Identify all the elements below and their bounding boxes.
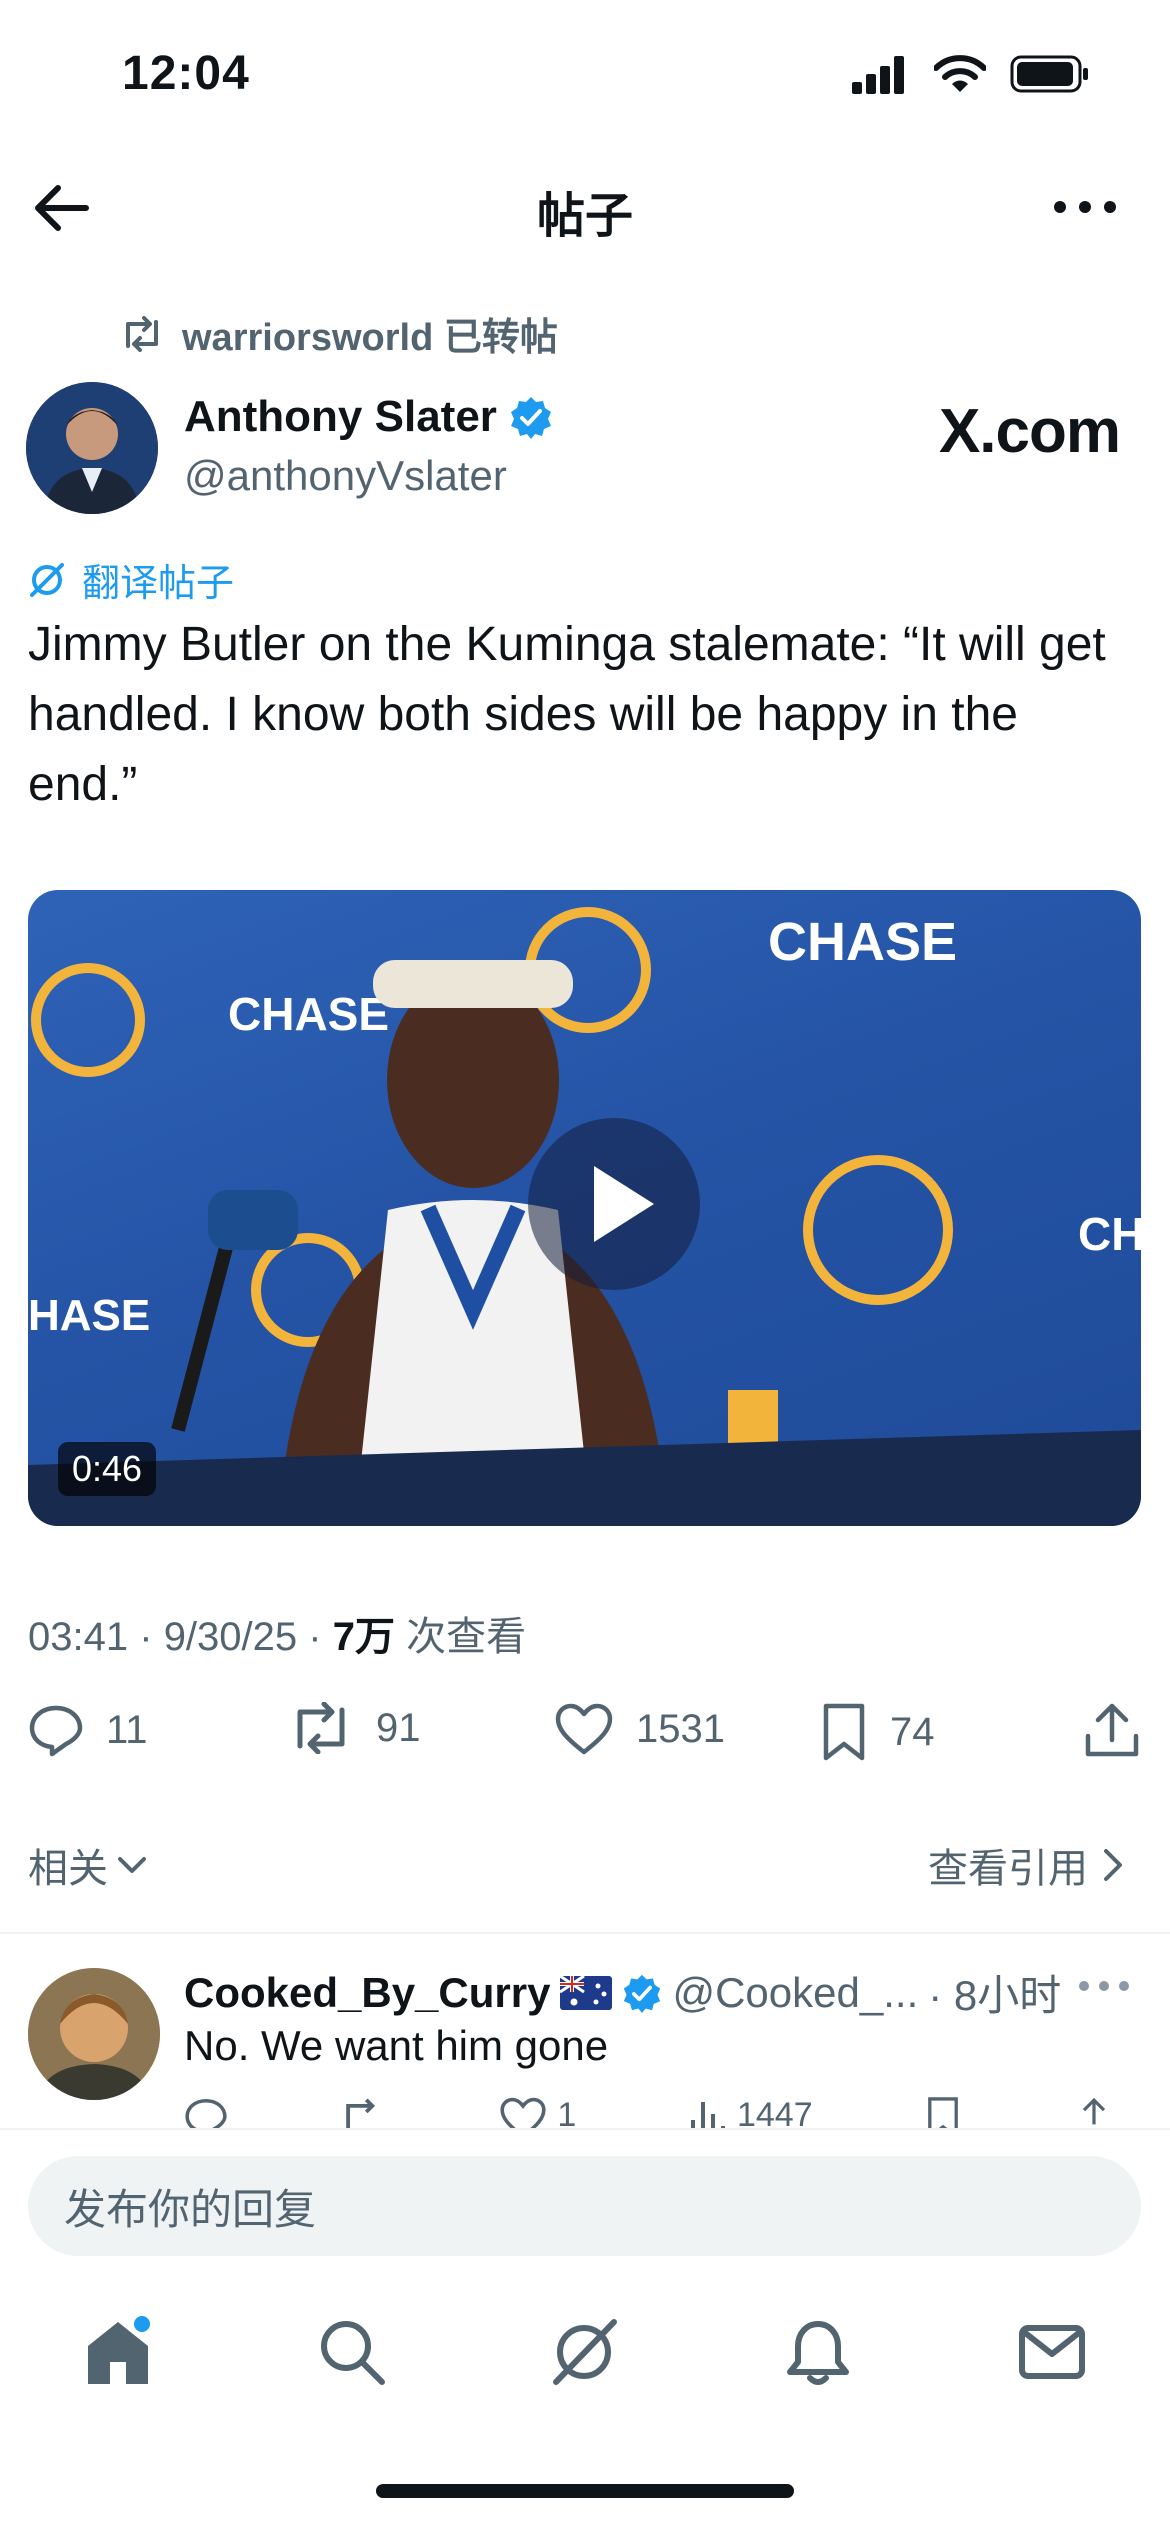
reply-views-group[interactable]: 1447 xyxy=(687,2096,813,2130)
svg-text:CHASE: CHASE xyxy=(768,912,957,972)
reply-author-handle[interactable]: @Cooked_... xyxy=(672,1969,918,2017)
translate-post-link[interactable]: 翻译帖子 xyxy=(28,552,234,607)
reply-actions: 1 1447 xyxy=(184,2096,1114,2130)
repost-text: warriorsworld 已转帖 xyxy=(182,317,558,359)
avatar-portrait-icon xyxy=(26,382,158,514)
status-icons xyxy=(852,54,1090,94)
reply-time: · 8小时 xyxy=(928,1972,1062,2019)
verified-badge-icon xyxy=(624,1974,661,2013)
home-icon[interactable] xyxy=(82,2316,154,2388)
post-date: 9/30/25 xyxy=(163,1615,298,1659)
chevron-right-icon xyxy=(1104,1849,1122,1881)
home-indicator[interactable] xyxy=(376,2484,794,2498)
reply-header[interactable]: Cooked_By_Curry @Cooked_... · 8小时 xyxy=(184,1962,1061,2023)
cellular-signal-icon xyxy=(852,56,904,94)
view-label: 次查看 xyxy=(406,1615,527,1659)
repost-icon xyxy=(297,1702,345,1754)
reply-count: 11 xyxy=(106,1707,148,1752)
translate-label: 翻译帖子 xyxy=(82,563,235,605)
reply-more-icon[interactable] xyxy=(1074,1966,1134,2006)
wifi-icon xyxy=(934,55,986,92)
grok-icon[interactable] xyxy=(548,2316,620,2388)
reply-avatar-portrait-icon xyxy=(28,1968,160,2100)
video-player[interactable]: CHASE CHASE HASE CH 0:46 xyxy=(28,890,1141,1526)
reply-heart-icon xyxy=(500,2097,546,2130)
verified-badge-icon xyxy=(510,397,551,439)
author-handle[interactable]: @anthonyVslater xyxy=(184,452,507,500)
author-avatar[interactable] xyxy=(26,382,158,514)
battery-icon xyxy=(1010,55,1088,93)
reply-like-group[interactable]: 1 xyxy=(499,2096,576,2130)
bookmark-button[interactable]: 74 xyxy=(820,1702,935,1762)
post-time: 03:41 xyxy=(28,1615,129,1659)
reply-comment-icon[interactable] xyxy=(184,2096,228,2130)
reply-repost-icon[interactable] xyxy=(339,2096,389,2130)
view-count: 7万 xyxy=(332,1615,395,1659)
share-icon[interactable] xyxy=(1084,1702,1140,1760)
page-title: 帖子 xyxy=(536,190,633,243)
reply-avatar[interactable] xyxy=(28,1968,160,2100)
repost-icon xyxy=(126,315,158,352)
reply-bookmark-icon[interactable] xyxy=(923,2096,963,2130)
repost-indicator[interactable]: warriorsworld 已转帖 xyxy=(120,306,558,361)
reply-author-name[interactable]: Cooked_By_Curry xyxy=(184,1969,550,2017)
repost-button[interactable]: 91 xyxy=(288,1702,421,1754)
view-quotes-link[interactable]: 查看引用 xyxy=(928,1836,1126,1894)
related-label: 相关 xyxy=(28,1847,108,1891)
reply-text: No. We want him gone xyxy=(184,2022,609,2069)
chevron-down-icon xyxy=(118,1857,146,1873)
meta-separator: · xyxy=(308,1615,322,1659)
repost-count: 91 xyxy=(376,1705,421,1750)
heart-icon xyxy=(555,1703,613,1755)
svg-text:CHASE: CHASE xyxy=(228,988,389,1040)
reply-button[interactable]: 11 xyxy=(28,1702,148,1758)
video-duration: 0:46 xyxy=(58,1442,157,1496)
reply-like-count: 1 xyxy=(557,2096,577,2130)
australia-flag-icon xyxy=(560,1975,613,2010)
divider xyxy=(0,1932,1170,1934)
translate-icon xyxy=(30,562,64,597)
reply-view-count: 1447 xyxy=(736,2096,813,2130)
meta-separator: · xyxy=(139,1615,153,1659)
views-chart-icon xyxy=(690,2102,725,2130)
view-quotes-label: 查看引用 xyxy=(928,1847,1088,1891)
related-dropdown[interactable]: 相关 xyxy=(28,1836,150,1894)
play-button[interactable] xyxy=(528,1118,700,1290)
author-name-row[interactable]: Anthony Slater xyxy=(184,392,553,442)
bookmark-count: 74 xyxy=(890,1709,935,1754)
bell-icon[interactable] xyxy=(782,2316,854,2388)
post-meta: 03:41 · 9/30/25 · 7万 次查看 xyxy=(28,1604,526,1662)
like-button[interactable]: 1531 xyxy=(554,1702,725,1756)
reply-composer-input[interactable]: 发布你的回复 xyxy=(28,2156,1141,2256)
composer-placeholder: 发布你的回复 xyxy=(64,2185,317,2233)
like-count: 1531 xyxy=(636,1706,725,1751)
svg-text:CH: CH xyxy=(1078,1208,1141,1260)
play-icon xyxy=(594,1166,654,1242)
status-time: 12:04 xyxy=(122,47,250,100)
post-text: Jimmy Butler on the Kuminga stalemate: “… xyxy=(28,618,1106,811)
more-options-icon[interactable] xyxy=(1050,182,1120,232)
author-name[interactable]: Anthony Slater xyxy=(184,392,497,442)
svg-text:HASE: HASE xyxy=(28,1291,150,1340)
x-com-watermark: X.com xyxy=(938,397,1121,466)
search-icon[interactable] xyxy=(316,2316,388,2388)
bookmark-icon xyxy=(823,1703,865,1761)
mail-icon[interactable] xyxy=(1016,2316,1088,2388)
reply-icon xyxy=(29,1705,83,1757)
reply-share-icon[interactable] xyxy=(1074,2096,1114,2130)
